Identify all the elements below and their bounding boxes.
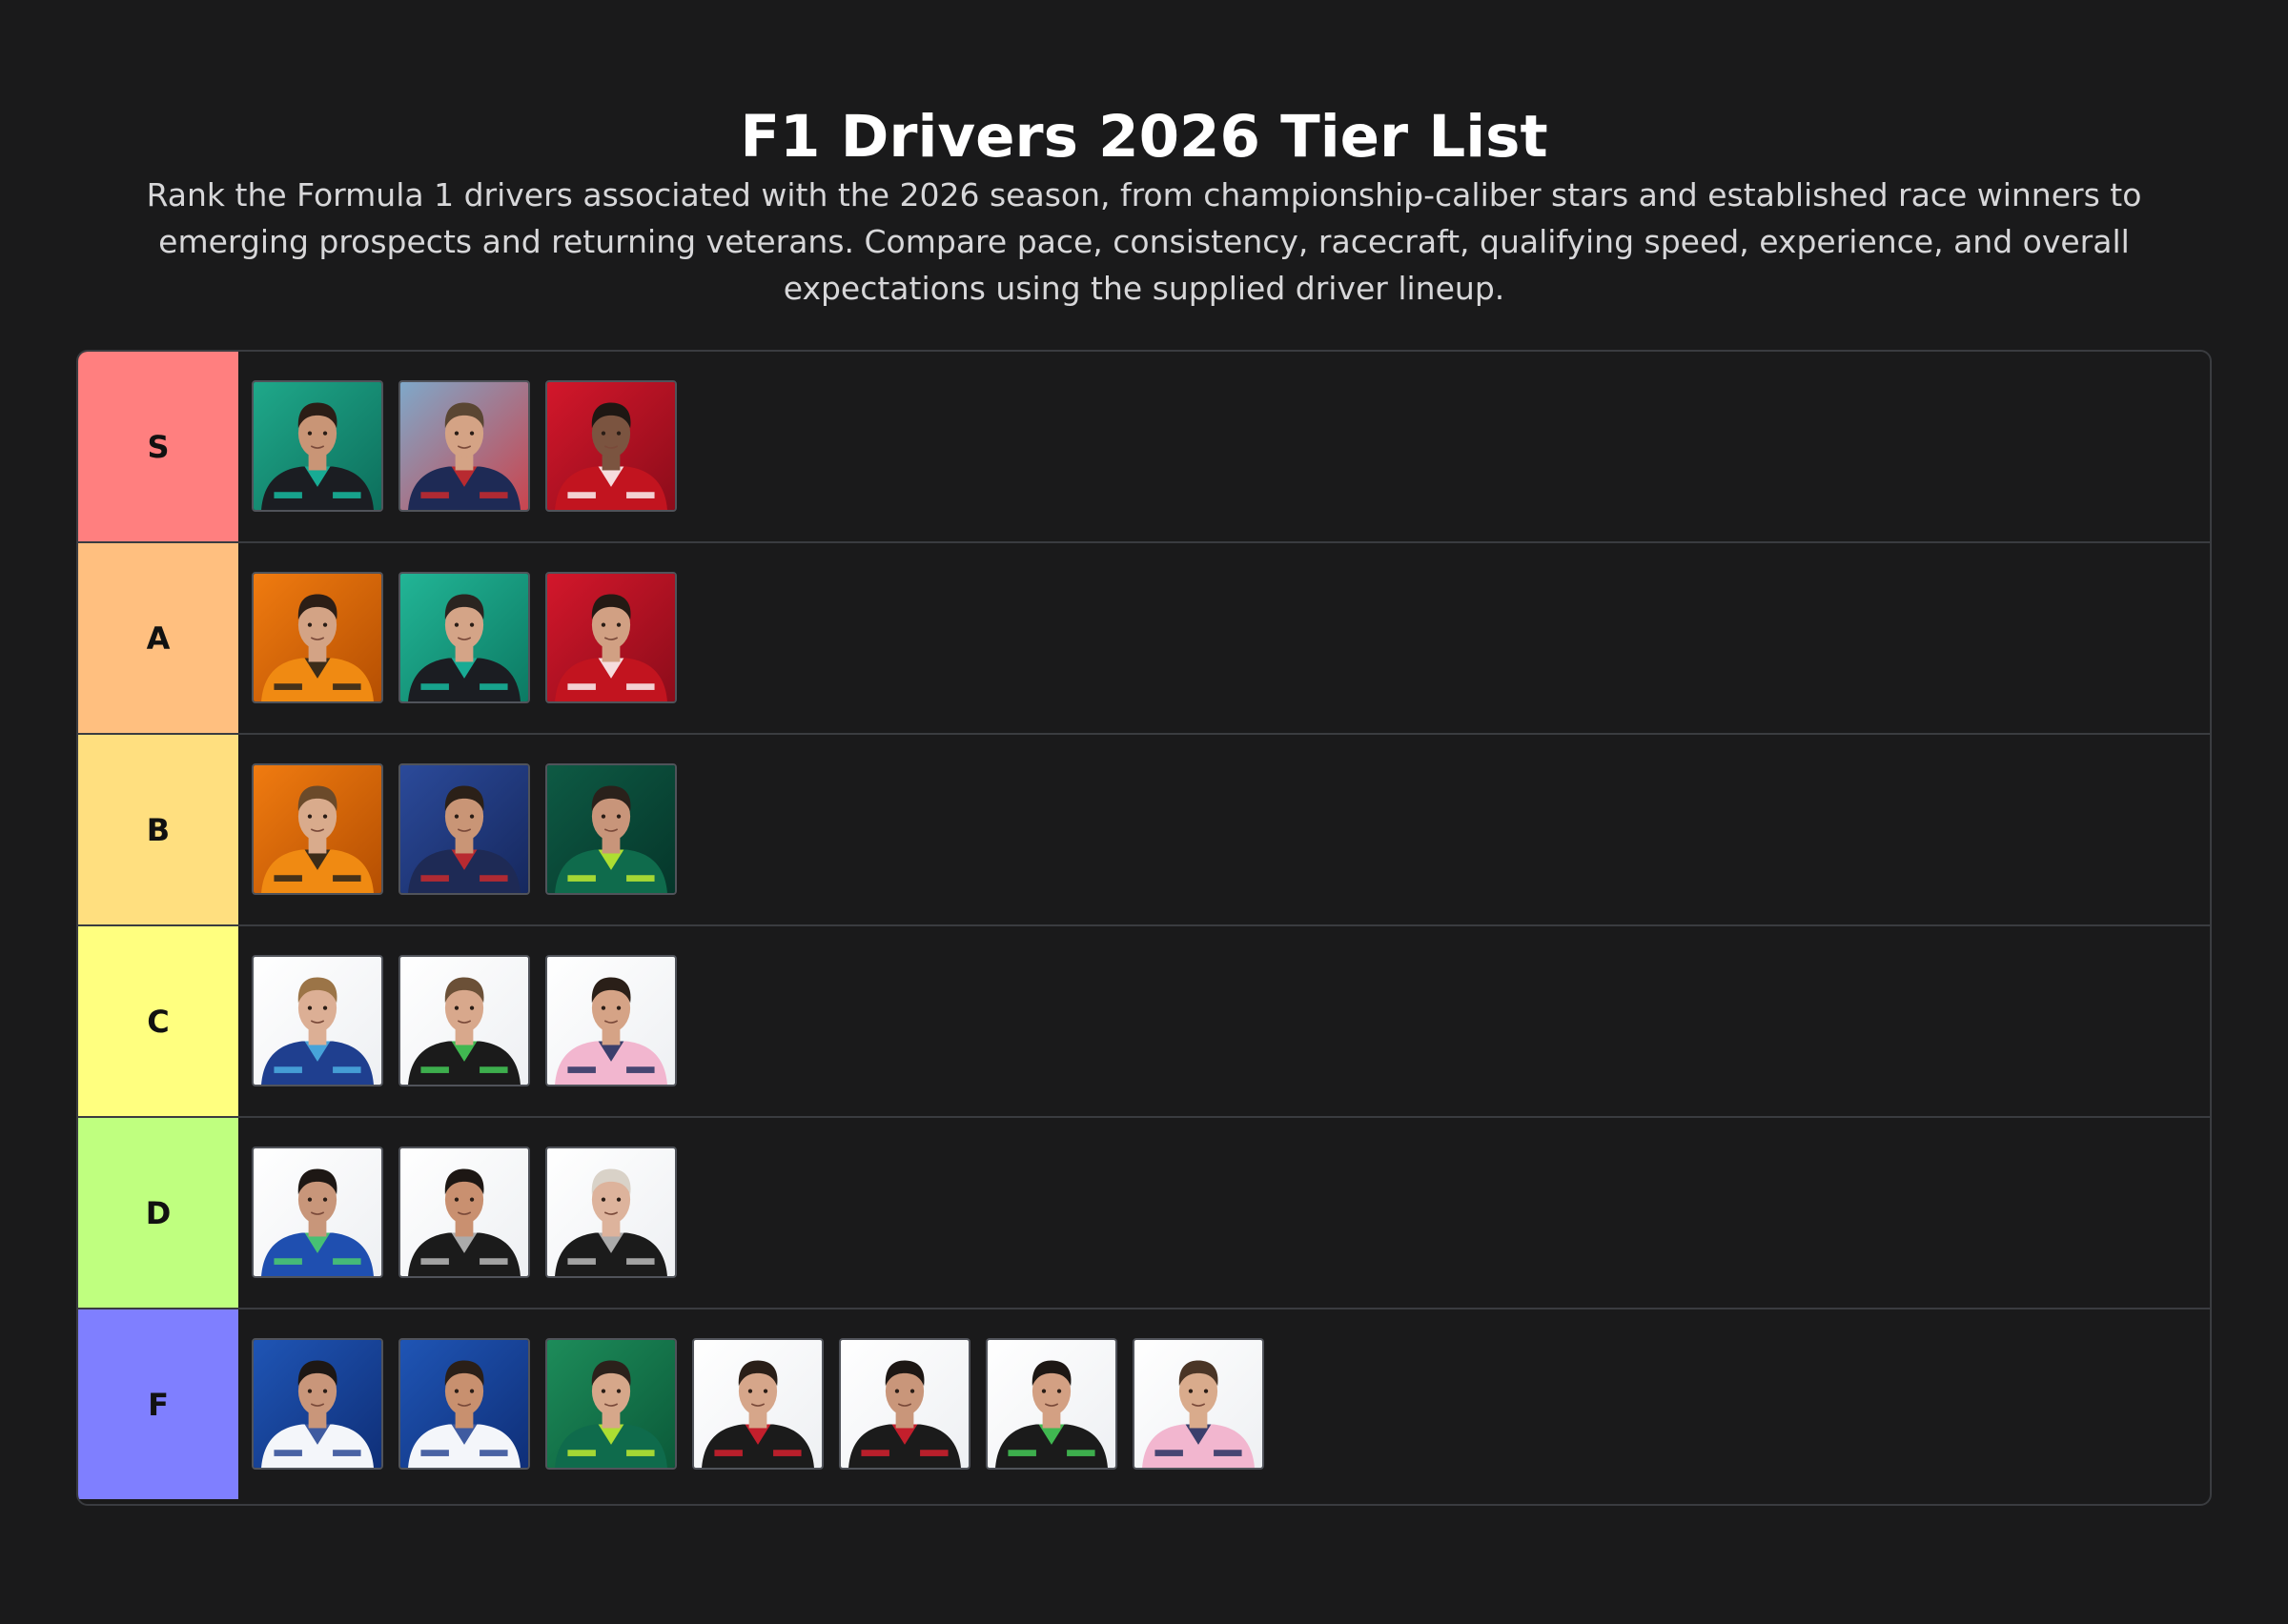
driver-portrait-image (547, 957, 675, 1085)
page-description: Rank the Formula 1 drivers associated wi… (146, 176, 2142, 307)
driver-card[interactable] (252, 380, 383, 512)
driver-portrait-image (254, 382, 381, 510)
driver-portrait-image (400, 957, 528, 1085)
driver-portrait-image (547, 382, 675, 510)
tier-label-b[interactable]: B (78, 735, 238, 924)
driver-portrait-image (400, 382, 528, 510)
driver-portrait-image (254, 1148, 381, 1276)
tier-label-a[interactable]: A (78, 543, 238, 733)
driver-card[interactable] (986, 1338, 1117, 1470)
tier-row-c: C (78, 926, 2210, 1118)
tier-dropzone-f[interactable] (238, 1309, 2210, 1499)
tier-dropzone-a[interactable] (238, 543, 2210, 733)
driver-portrait-image (254, 574, 381, 701)
driver-portrait-image (400, 1340, 528, 1468)
driver-card[interactable] (692, 1338, 824, 1470)
driver-card[interactable] (252, 572, 383, 703)
driver-card[interactable] (839, 1338, 970, 1470)
driver-portrait-image (1134, 1340, 1262, 1468)
driver-card[interactable] (398, 955, 530, 1086)
tier-label-d[interactable]: D (78, 1118, 238, 1308)
tier-dropzone-d[interactable] (238, 1118, 2210, 1308)
driver-card[interactable] (398, 763, 530, 895)
driver-portrait-image (988, 1340, 1115, 1468)
tier-board: S A B C D F (76, 350, 2212, 1506)
tier-row-b: B (78, 735, 2210, 926)
driver-card[interactable] (398, 1338, 530, 1470)
tier-dropzone-c[interactable] (238, 926, 2210, 1116)
tier-row-f: F (78, 1309, 2210, 1499)
driver-card[interactable] (545, 955, 677, 1086)
driver-portrait-image (254, 1340, 381, 1468)
driver-card[interactable] (398, 380, 530, 512)
driver-portrait-image (400, 1148, 528, 1276)
tier-label-c[interactable]: C (78, 926, 238, 1116)
driver-portrait-image (841, 1340, 969, 1468)
driver-card[interactable] (545, 1147, 677, 1278)
driver-portrait-image (254, 765, 381, 893)
driver-card[interactable] (545, 1338, 677, 1470)
driver-portrait-image (547, 1340, 675, 1468)
driver-card[interactable] (252, 1338, 383, 1470)
driver-card[interactable] (545, 380, 677, 512)
driver-portrait-image (254, 957, 381, 1085)
tier-list-page: F1 Drivers 2026 Tier List Rank the Formu… (0, 0, 2288, 1624)
tier-label-f[interactable]: F (78, 1309, 238, 1499)
driver-portrait-image (547, 574, 675, 701)
driver-card[interactable] (398, 1147, 530, 1278)
driver-portrait-image (694, 1340, 822, 1468)
driver-card[interactable] (252, 955, 383, 1086)
driver-portrait-image (547, 1148, 675, 1276)
driver-portrait-image (400, 574, 528, 701)
tier-dropzone-s[interactable] (238, 352, 2210, 541)
tier-dropzone-b[interactable] (238, 735, 2210, 924)
tier-row-d: D (78, 1118, 2210, 1309)
driver-card[interactable] (252, 1147, 383, 1278)
tier-row-s: S (78, 352, 2210, 543)
driver-card[interactable] (1133, 1338, 1264, 1470)
tier-label-s[interactable]: S (78, 352, 238, 541)
driver-portrait-image (547, 765, 675, 893)
driver-portrait-image (400, 765, 528, 893)
tier-row-a: A (78, 543, 2210, 735)
page-title: F1 Drivers 2026 Tier List (740, 103, 1548, 171)
driver-card[interactable] (545, 763, 677, 895)
driver-card[interactable] (252, 763, 383, 895)
driver-card[interactable] (398, 572, 530, 703)
driver-card[interactable] (545, 572, 677, 703)
